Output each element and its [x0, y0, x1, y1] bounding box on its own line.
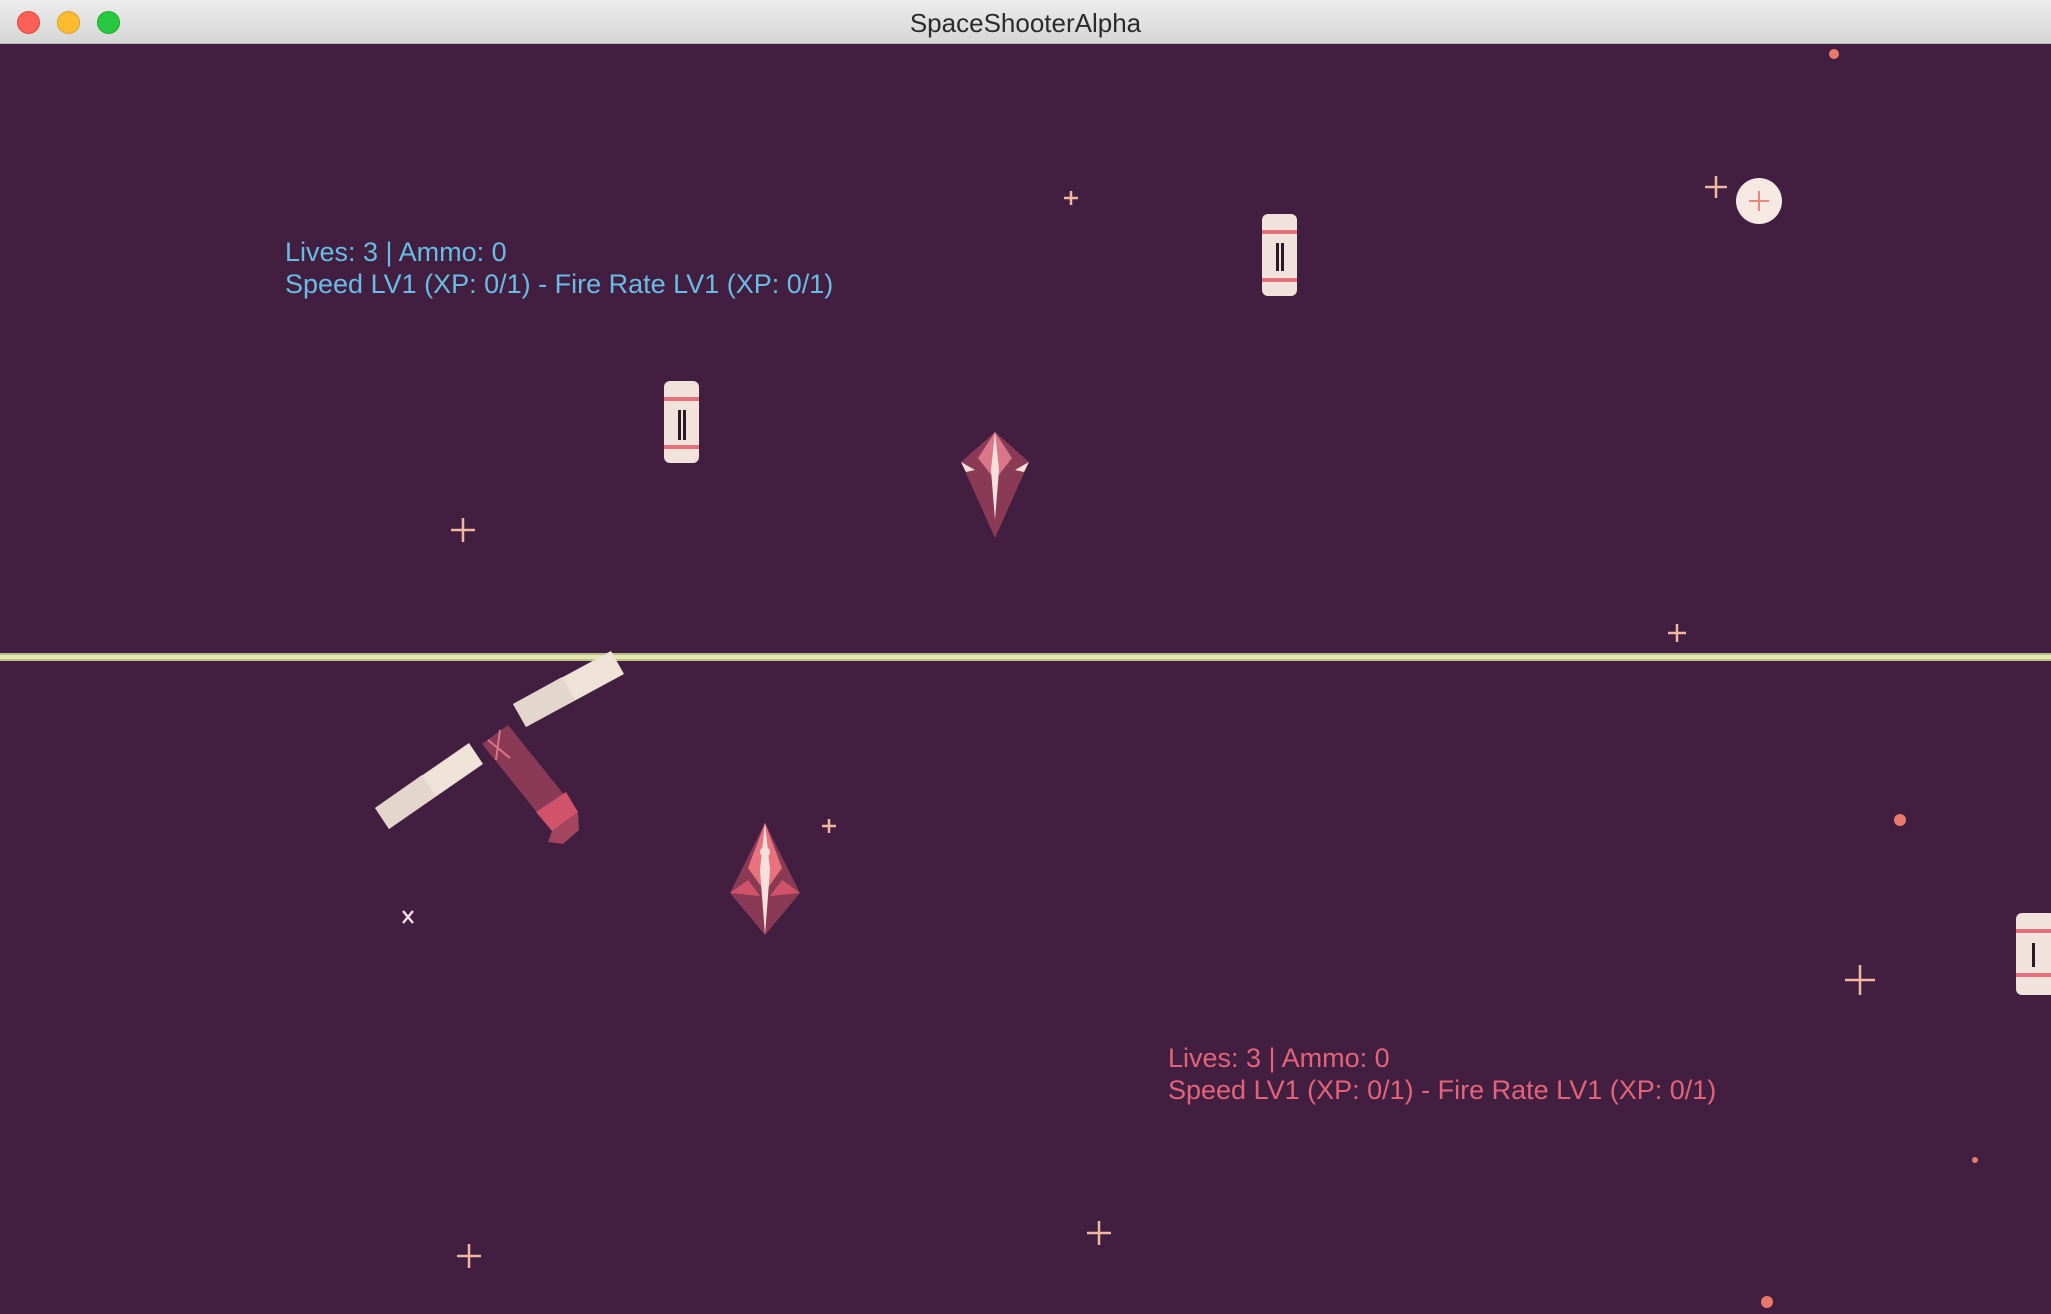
player1-viewport[interactable]: [0, 44, 2051, 654]
player2-upgrades-text: Speed LV1 (XP: 0/1) - Fire Rate LV1 (XP:…: [1168, 1075, 1717, 1105]
split-screen-divider: [0, 653, 2051, 661]
game-window: SpaceShooterAlpha Lives: 3 | Ammo: 0 Spe…: [0, 0, 2051, 1314]
player1-upgrades-text: Speed LV1 (XP: 0/1) - Fire Rate LV1 (XP:…: [285, 269, 834, 299]
player2-hud: Lives: 3 | Ammo: 0 Speed LV1 (XP: 0/1) -…: [1168, 1042, 1716, 1106]
player2-viewport[interactable]: [0, 660, 2051, 1314]
player2-status-text: Lives: 3 | Ammo: 0: [1168, 1043, 1390, 1073]
player1-hud: Lives: 3 | Ammo: 0 Speed LV1 (XP: 0/1) -…: [285, 236, 833, 300]
window-title: SpaceShooterAlpha: [909, 8, 1142, 38]
player1-status-text: Lives: 3 | Ammo: 0: [285, 237, 507, 267]
title-bar[interactable]: SpaceShooterAlpha: [0, 0, 2051, 44]
